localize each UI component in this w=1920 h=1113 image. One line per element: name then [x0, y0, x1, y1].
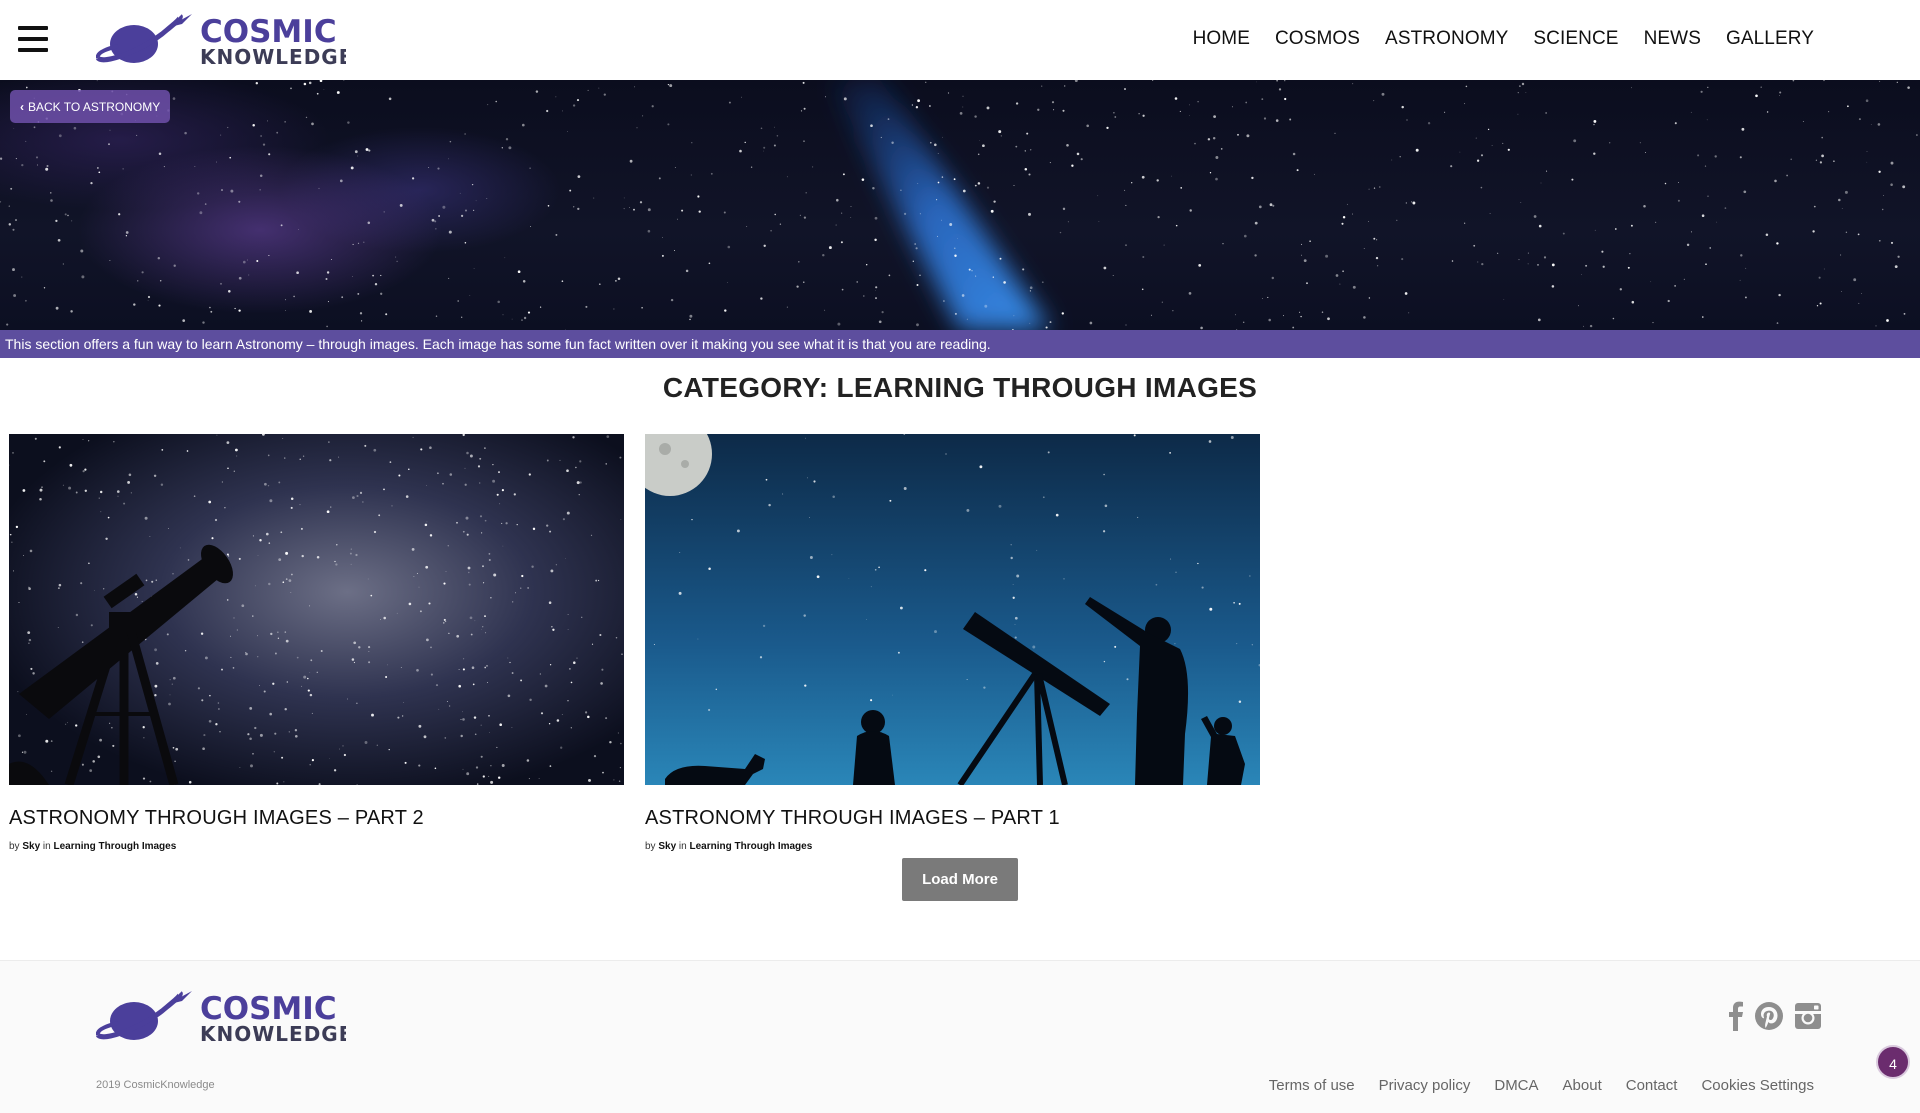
meta-by-label: by — [645, 841, 656, 852]
footer-link-cookies[interactable]: Cookies Settings — [1701, 1077, 1814, 1094]
footer-links: Terms of use Privacy policy DMCA About C… — [1245, 1077, 1814, 1094]
back-to-astronomy-button[interactable]: ‹ BACK TO ASTRONOMY — [10, 90, 171, 123]
starfield-image — [0, 80, 1918, 330]
facebook-icon[interactable] — [1728, 1001, 1744, 1036]
footer-link-contact[interactable]: Contact — [1626, 1077, 1678, 1094]
post-category-link[interactable]: Learning Through Images — [690, 841, 813, 852]
post-title[interactable]: ASTRONOMY THROUGH IMAGES – PART 1 — [645, 807, 1260, 830]
nav-cosmos[interactable]: COSMOS — [1275, 28, 1360, 50]
site-logo[interactable]: COSMIC KNOWLEDGE — [95, 12, 352, 69]
category-description: This section offers a fun way to learn A… — [0, 330, 1920, 358]
back-button-label: BACK TO ASTRONOMY — [28, 99, 161, 114]
footer-logo[interactable]: COSMIC KNOWLEDGE — [95, 989, 352, 1046]
site-header: COSMIC KNOWLEDGE HOME COSMOS ASTRONOMY S… — [0, 0, 1920, 80]
main-nav: HOME COSMOS ASTRONOMY SCIENCE NEWS GALLE… — [1168, 28, 1814, 50]
post-author-link[interactable]: Sky — [22, 841, 40, 852]
footer-link-privacy[interactable]: Privacy policy — [1379, 1077, 1471, 1094]
hero-banner: ‹ BACK TO ASTRONOMY — [0, 80, 1920, 330]
footer-link-terms[interactable]: Terms of use — [1269, 1077, 1355, 1094]
post-thumbnail[interactable] — [645, 434, 1260, 785]
nav-news[interactable]: NEWS — [1644, 28, 1701, 50]
post-card: ASTRONOMY THROUGH IMAGES – PART 2 by Sky… — [9, 434, 624, 852]
copyright-text: 2019 CosmicKnowledge — [96, 1079, 215, 1091]
page-title: CATEGORY: LEARNING THROUGH IMAGES — [662, 372, 1258, 403]
footer-link-dmca[interactable]: DMCA — [1494, 1077, 1538, 1094]
instagram-icon[interactable] — [1794, 1002, 1822, 1035]
nav-gallery[interactable]: GALLERY — [1726, 28, 1814, 50]
nav-astronomy[interactable]: ASTRONOMY — [1385, 28, 1508, 50]
logo-text-line2: KNOWLEDGE — [200, 1022, 346, 1045]
chevron-left-icon: ‹ — [20, 99, 24, 114]
post-author-link[interactable]: Sky — [658, 841, 676, 852]
meta-in-label: in — [678, 841, 687, 852]
footer-link-about[interactable]: About — [1563, 1077, 1602, 1094]
family-stargazing-image — [645, 434, 1260, 785]
menu-hamburger-icon[interactable] — [18, 26, 48, 52]
post-thumbnail[interactable] — [9, 434, 624, 785]
nav-home[interactable]: HOME — [1193, 28, 1250, 50]
post-meta: by Sky in Learning Through Images — [9, 841, 624, 852]
meta-in-label: in — [42, 841, 51, 852]
nav-science[interactable]: SCIENCE — [1533, 28, 1618, 50]
pinterest-icon[interactable] — [1754, 1001, 1784, 1036]
load-more-button[interactable]: Load More — [902, 858, 1018, 901]
planet-logo-icon: COSMIC KNOWLEDGE — [95, 14, 352, 69]
notification-badge[interactable]: 4 — [1876, 1045, 1910, 1079]
site-footer: COSMIC KNOWLEDGE 2019 CosmicKnowledge Te… — [0, 960, 1920, 1113]
planet-logo-icon: COSMIC KNOWLEDGE — [95, 991, 352, 1046]
post-title[interactable]: ASTRONOMY THROUGH IMAGES – PART 2 — [9, 807, 624, 830]
logo-text-line2: KNOWLEDGE — [200, 45, 346, 68]
post-category-link[interactable]: Learning Through Images — [54, 841, 177, 852]
post-card: ASTRONOMY THROUGH IMAGES – PART 1 by Sky… — [645, 434, 1260, 852]
social-links — [1728, 1001, 1822, 1036]
telescope-milky-way-image — [9, 434, 624, 785]
meta-by-label: by — [9, 841, 20, 852]
post-meta: by Sky in Learning Through Images — [645, 841, 1260, 852]
